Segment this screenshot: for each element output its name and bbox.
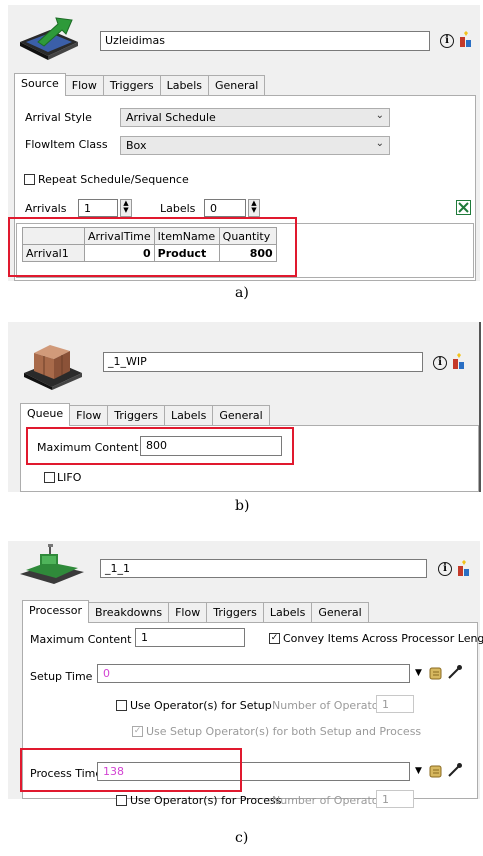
tab-labels[interactable]: Labels (159, 75, 209, 96)
panel-border (479, 322, 481, 492)
labels-count-label: Labels (160, 202, 196, 215)
use-operator-setup-checkbox[interactable] (116, 700, 127, 711)
arrivals-input[interactable]: 1 (78, 199, 118, 217)
source-object-icon (20, 17, 78, 60)
convey-items-checkbox[interactable]: ✓ (269, 633, 280, 644)
convey-items-label: Convey Items Across Processor Length (283, 632, 483, 645)
use-setup-operator-both-checkbox[interactable]: ✓ (132, 726, 143, 737)
tab-general[interactable]: General (311, 602, 369, 623)
tab-flow[interactable]: Flow (168, 602, 208, 623)
max-content-label: Maximum Content (30, 633, 132, 646)
arrivals-stepper[interactable]: ▲ ▼ (120, 199, 132, 217)
excel-icon[interactable] (456, 200, 471, 215)
use-setup-operator-both-label: Use Setup Operator(s) for both Setup and… (146, 725, 422, 738)
object-name-field[interactable]: _1_1 (100, 559, 427, 578)
tab-triggers[interactable]: Triggers (206, 602, 264, 623)
caption-c: c) (235, 830, 249, 846)
arrival-style-label: Arrival Style (25, 111, 92, 124)
chevron-down-icon: ⌄ (375, 110, 384, 121)
lifo-checkbox[interactable] (44, 472, 55, 483)
max-content-input[interactable]: 1 (135, 628, 245, 647)
flowitem-class-dropdown[interactable]: Box ⌄ (120, 136, 390, 155)
lifo-label: LIFO (57, 471, 82, 484)
tab-breakdowns[interactable]: Breakdowns (87, 602, 170, 623)
flowitem-class-value: Box (126, 139, 147, 152)
setup-time-input[interactable]: 0 (97, 664, 410, 683)
dropdown-arrow-icon[interactable]: ▼ (415, 766, 422, 776)
tab-labels[interactable]: Labels (262, 602, 313, 623)
properties-wand-icon[interactable] (451, 353, 467, 371)
arrivals-label: Arrivals (25, 202, 67, 215)
object-name-field[interactable]: _1_WIP (103, 352, 423, 372)
number-of-operators-label: Number of Operators (272, 794, 389, 807)
tab-source[interactable]: Source (14, 73, 66, 96)
labels-count-input[interactable]: 0 (204, 199, 246, 217)
tab-general[interactable]: General (212, 405, 270, 426)
tab-general[interactable]: General (207, 75, 266, 96)
properties-wand-icon[interactable] (456, 560, 472, 578)
number-of-operators-label: Number of Operators (272, 699, 389, 712)
script-icon[interactable] (428, 665, 444, 681)
tab-flow[interactable]: Flow (64, 75, 104, 96)
arrival-style-value: Arrival Schedule (126, 111, 216, 124)
highlight-box (8, 217, 297, 277)
repeat-schedule-checkbox[interactable] (24, 174, 35, 185)
highlight-box (26, 427, 294, 465)
queue-object-icon (24, 345, 82, 390)
use-operator-process-label: Use Operator(s) for Process (130, 794, 282, 807)
tab-triggers[interactable]: Triggers (107, 405, 165, 426)
properties-wand-icon[interactable] (458, 31, 474, 49)
script-icon[interactable] (428, 763, 444, 779)
use-operator-process-checkbox[interactable] (116, 795, 127, 806)
processor-object-icon (20, 544, 84, 584)
info-icon[interactable]: i (433, 356, 447, 370)
info-icon[interactable]: i (438, 562, 452, 576)
repeat-schedule-label: Repeat Schedule/Sequence (38, 173, 189, 186)
eyedropper-icon[interactable] (447, 664, 463, 680)
eyedropper-icon[interactable] (447, 762, 463, 778)
labels-count-stepper[interactable]: ▲ ▼ (248, 199, 260, 217)
highlight-box (20, 748, 242, 792)
chevron-down-icon: ⌄ (375, 138, 384, 149)
tab-labels[interactable]: Labels (163, 405, 214, 426)
dropdown-arrow-icon[interactable]: ▼ (415, 668, 422, 678)
tab-queue[interactable]: Queue (20, 403, 71, 426)
flowitem-class-label: FlowItem Class (25, 138, 108, 151)
object-name-field[interactable]: Uzleidimas (100, 31, 430, 51)
tab-triggers[interactable]: Triggers (102, 75, 161, 96)
tab-flow[interactable]: Flow (69, 405, 109, 426)
caption-a: a) (235, 285, 249, 301)
number-of-operators-setup-input[interactable]: 1 (376, 695, 414, 713)
setup-time-label: Setup Time (30, 670, 93, 683)
use-operator-setup-label: Use Operator(s) for Setup (130, 699, 272, 712)
caption-b: b) (235, 498, 250, 514)
arrival-style-dropdown[interactable]: Arrival Schedule ⌄ (120, 108, 390, 127)
info-icon[interactable]: i (440, 34, 454, 48)
tab-processor[interactable]: Processor (22, 600, 89, 623)
number-of-operators-process-input[interactable]: 1 (376, 790, 414, 808)
